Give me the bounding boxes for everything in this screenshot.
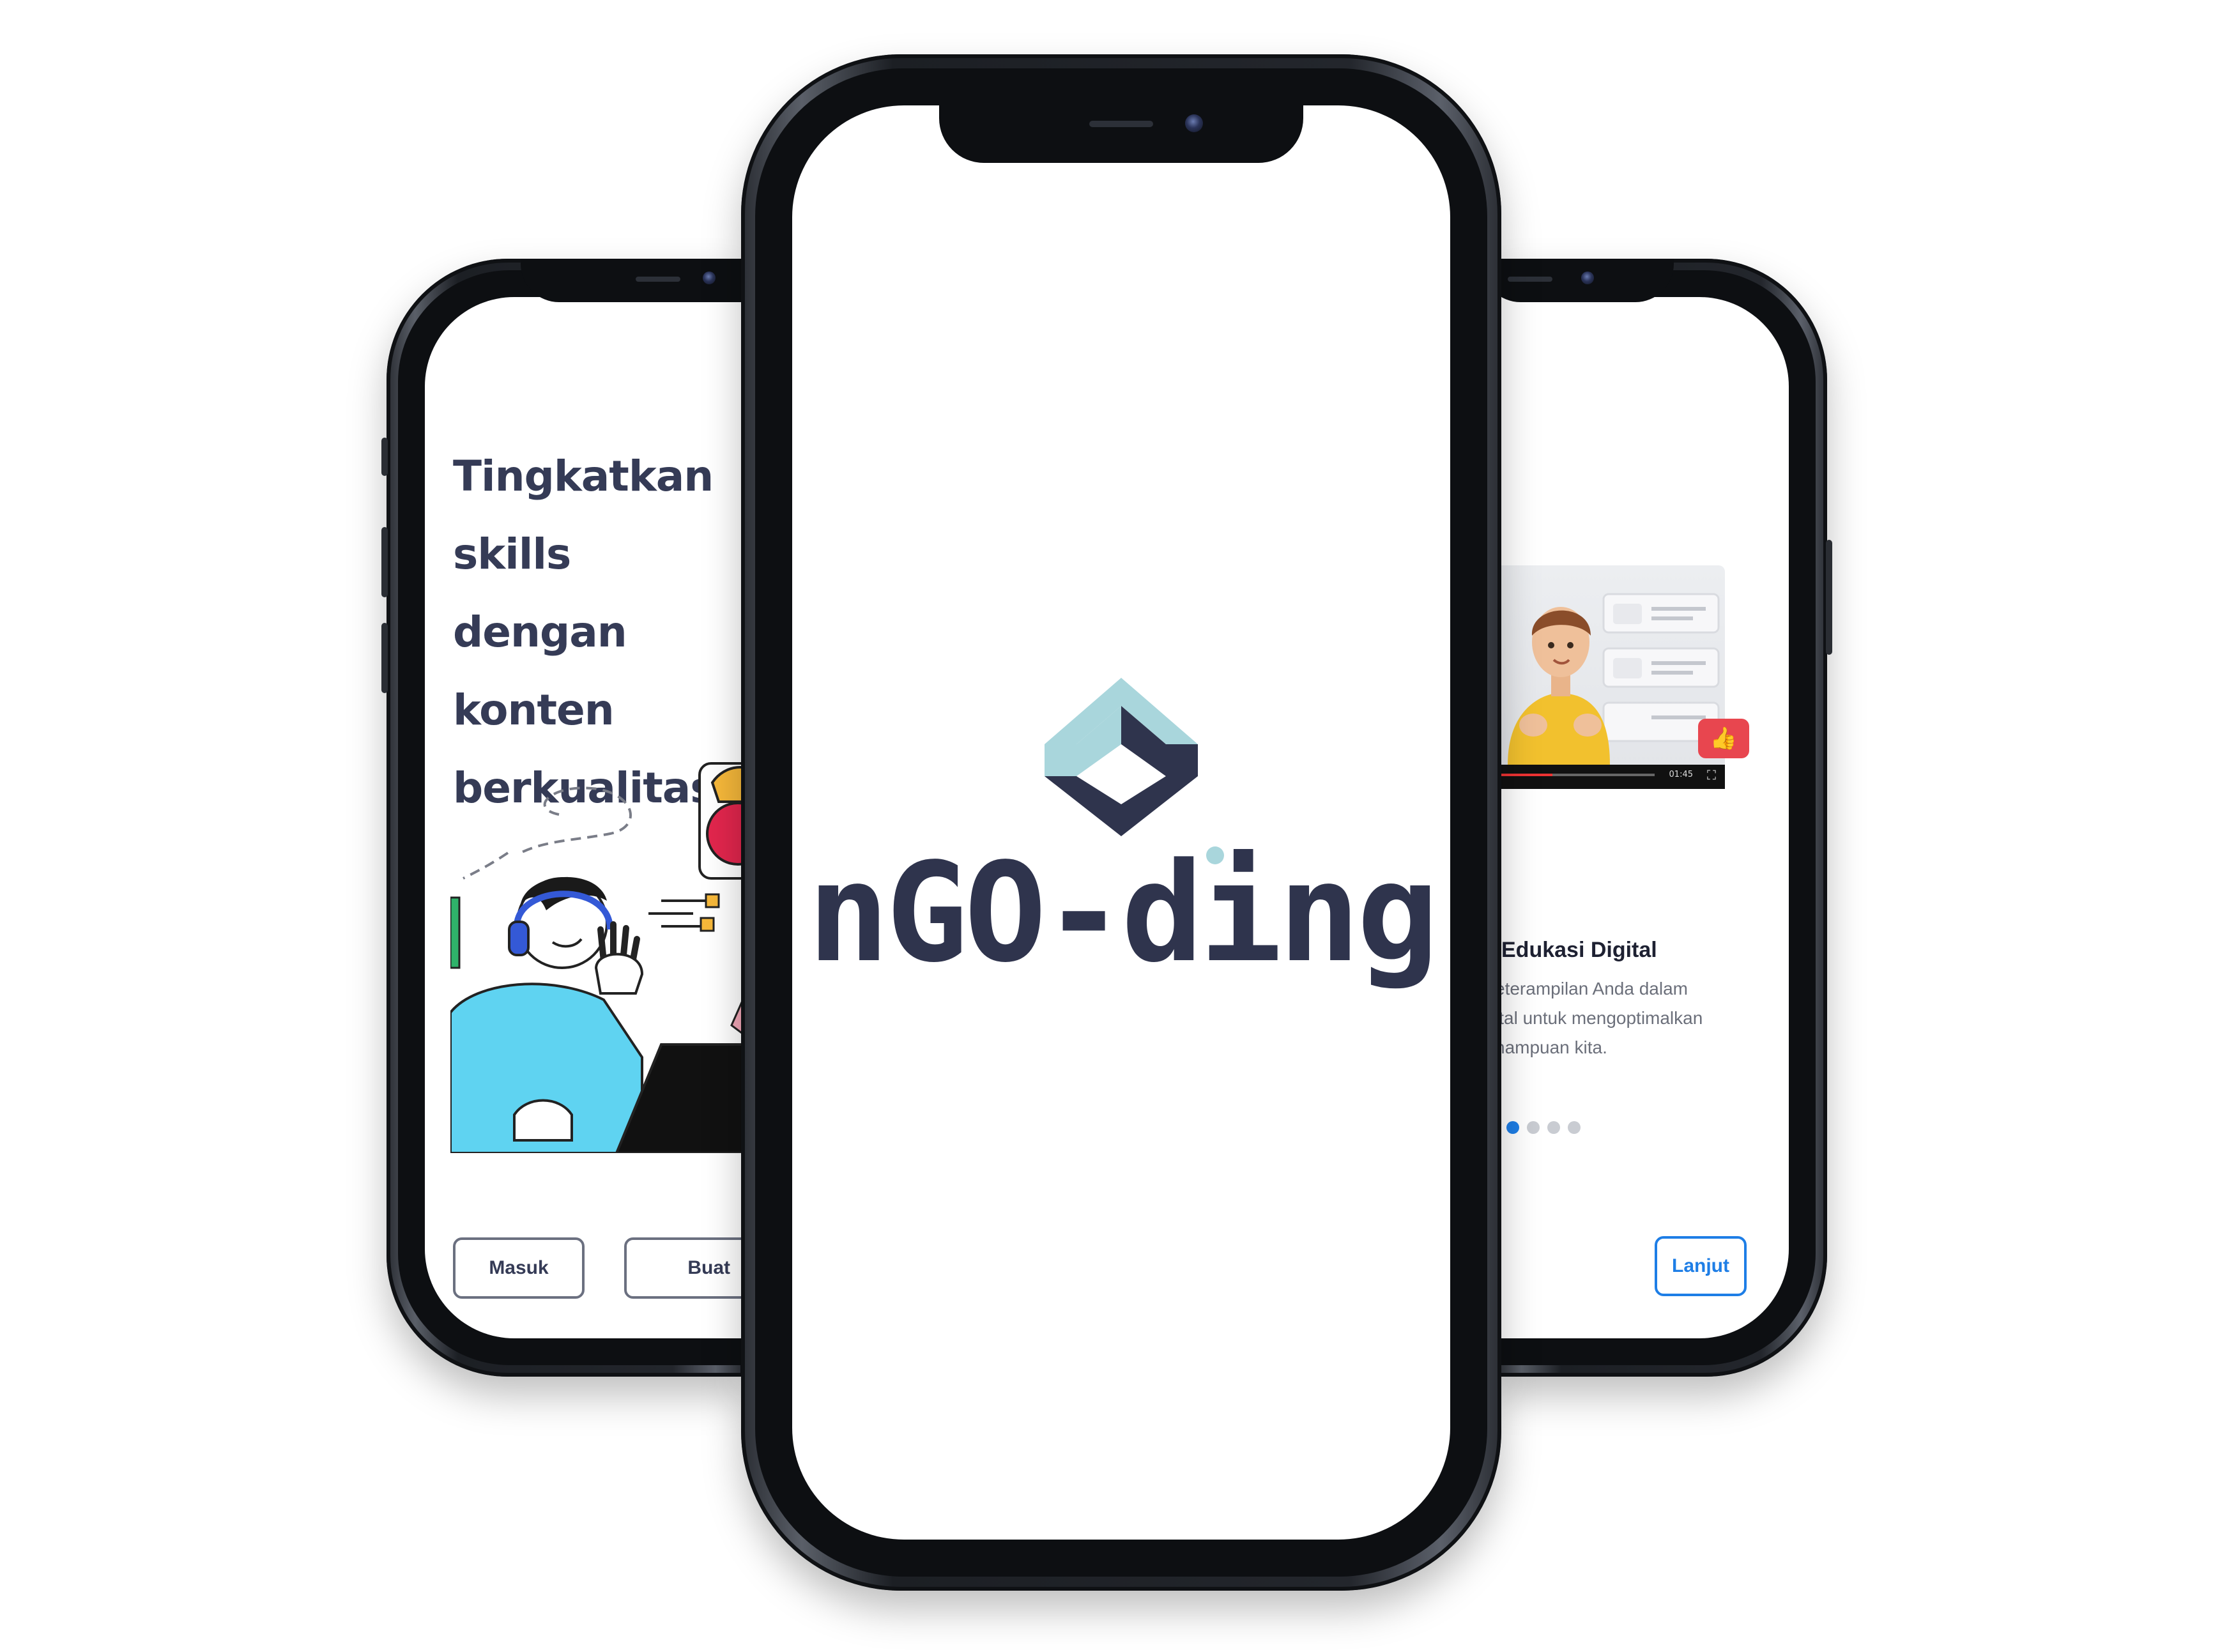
- speaker-grille: [1508, 277, 1552, 282]
- phone-notch: [939, 105, 1303, 163]
- login-button-label: Masuk: [489, 1257, 549, 1278]
- fullscreen-icon[interactable]: ⛶: [1707, 769, 1716, 783]
- speaker-grille: [1089, 121, 1153, 127]
- volume-down-button: [381, 623, 388, 693]
- brand-name: nGO-ding: [807, 834, 1439, 993]
- headline-line-1: Tingkatkan: [453, 452, 714, 501]
- video-progress: [1495, 774, 1552, 776]
- presenter-illustration: [1508, 593, 1720, 765]
- power-button: [1826, 540, 1832, 655]
- create-account-button[interactable]: Buat: [624, 1237, 744, 1299]
- splash-screen: nGO-ding: [792, 105, 1450, 1540]
- onboarding-title: Edukasi Digital: [1501, 938, 1657, 962]
- description-line-2: ital untuk mengoptimalkan: [1495, 1008, 1703, 1028]
- front-camera: [1185, 114, 1203, 132]
- phone-right: 01:45 ⛶ 👍 Edukasi Digital eterampilan An…: [1482, 259, 1832, 1377]
- thumbs-up-icon: 👍: [1698, 719, 1749, 758]
- login-button[interactable]: Masuk: [453, 1237, 585, 1299]
- cube-logo-icon: [1045, 678, 1198, 836]
- headline-line-2: skills dengan: [453, 530, 627, 657]
- welcome-screen: Tingkatkan skills dengan konten berkuali…: [425, 297, 744, 1338]
- brand-logo: [792, 674, 1450, 840]
- volume-up-button: [381, 527, 388, 597]
- create-account-button-label: Buat: [687, 1257, 730, 1278]
- video-timestamp: 01:45: [1669, 770, 1693, 779]
- next-button-label: Lanjut: [1672, 1255, 1729, 1276]
- video-control-bar[interactable]: 01:45 ⛶: [1495, 765, 1725, 789]
- next-button[interactable]: Lanjut: [1655, 1236, 1747, 1296]
- video-thumbnail[interactable]: 01:45 ⛶: [1495, 565, 1725, 789]
- brand-i-dot-accent: [1206, 846, 1224, 864]
- page-dot-1[interactable]: [1506, 1121, 1519, 1134]
- speaker-grille: [636, 277, 680, 282]
- phone-left: Tingkatkan skills dengan konten berkuali…: [381, 259, 840, 1377]
- phone-center: nGO-ding: [741, 54, 1501, 1591]
- page-dot-4[interactable]: [1568, 1121, 1581, 1134]
- page-dot-2[interactable]: [1527, 1121, 1540, 1134]
- description-line-1: eterampilan Anda dalam: [1495, 979, 1688, 998]
- front-camera: [703, 272, 716, 284]
- description-line-3: nampuan kita.: [1495, 1037, 1607, 1057]
- headline-line-3: konten: [453, 685, 615, 735]
- page-dot-3[interactable]: [1547, 1121, 1560, 1134]
- mute-switch: [381, 438, 388, 476]
- onboarding-screen: 01:45 ⛶ 👍 Edukasi Digital eterampilan An…: [1495, 297, 1789, 1338]
- onboarding-description: eterampilan Anda dalam ital untuk mengop…: [1495, 974, 1763, 1062]
- front-camera: [1581, 272, 1594, 284]
- student-illustration: [450, 762, 744, 1153]
- phone-notch: [1482, 259, 1674, 302]
- page-indicator: [1506, 1121, 1581, 1134]
